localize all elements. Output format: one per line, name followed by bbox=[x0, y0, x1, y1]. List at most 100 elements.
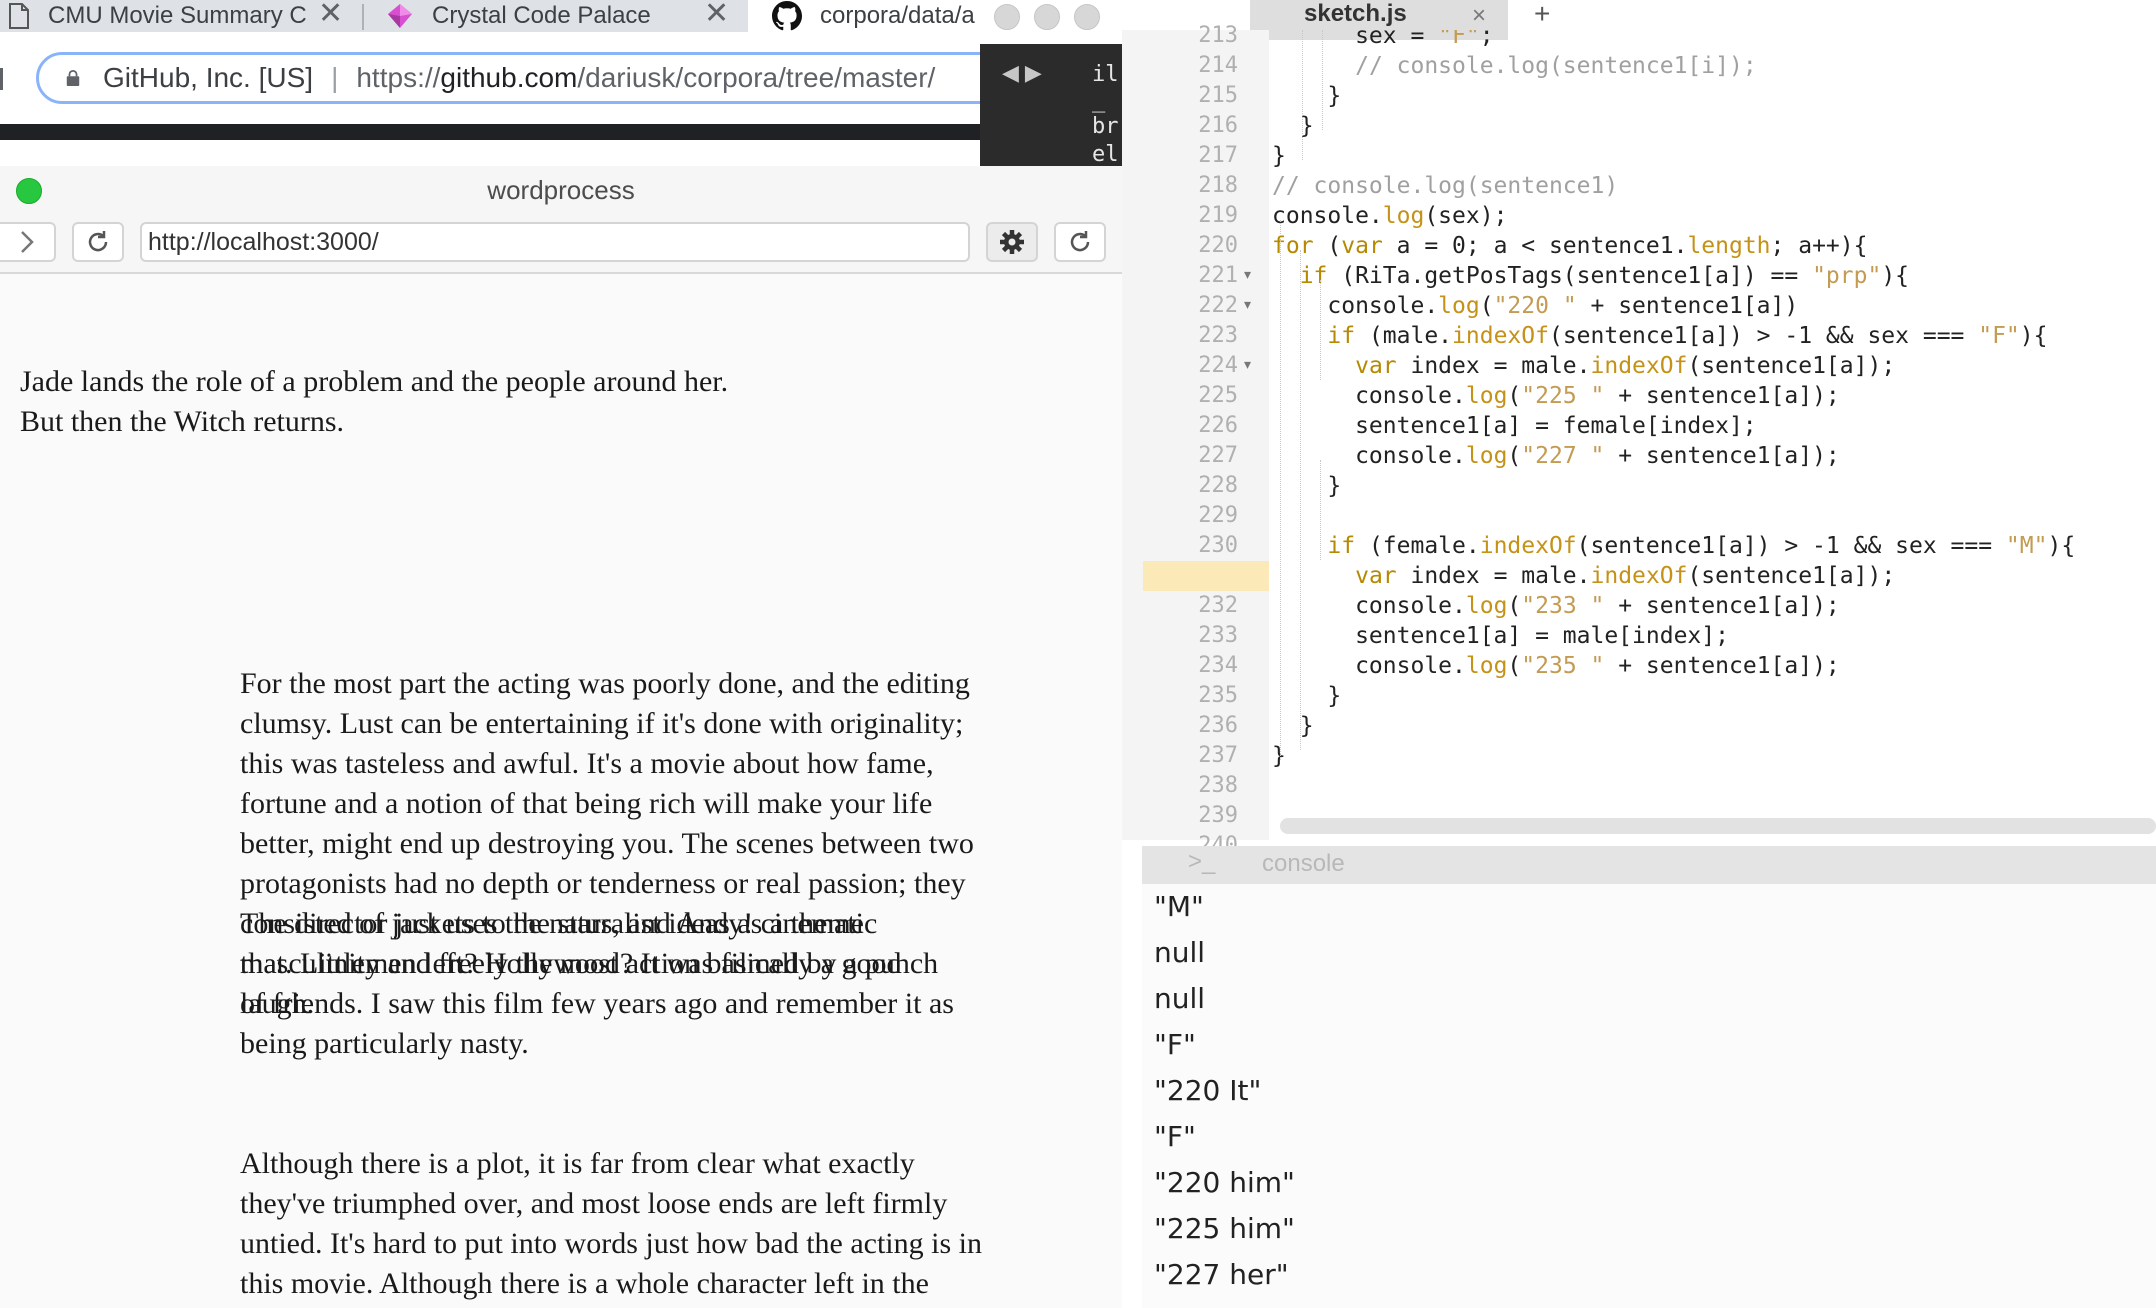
code-line[interactable]: var index = male.indexOf(sentence1[a]); bbox=[1272, 351, 1895, 381]
console-line: "227 her" bbox=[1154, 1258, 1289, 1291]
line-number: 239 bbox=[1198, 803, 1238, 828]
line-number: 234 bbox=[1198, 653, 1238, 678]
code-line[interactable]: } bbox=[1272, 141, 1286, 171]
fold-arrow-icon[interactable]: ▾ bbox=[1244, 296, 1251, 313]
reload-button[interactable] bbox=[72, 222, 124, 262]
text-line: masculinity and freely the most action b… bbox=[240, 947, 902, 980]
line-number: 223 bbox=[1198, 323, 1238, 348]
code-line[interactable]: console.log("225 " + sentence1[a]); bbox=[1272, 381, 1840, 411]
code-line[interactable]: for (var a = 0; a < sentence1.length; a+… bbox=[1272, 231, 1867, 261]
text-line: consisted of jackets to the stars, and A… bbox=[240, 907, 878, 940]
paragraph: For the most part the acting was poorly … bbox=[240, 664, 974, 904]
code-line[interactable]: } bbox=[1272, 711, 1314, 741]
indent-guide bbox=[1300, 250, 1301, 750]
browser-tab-strip: CMU Movie Summary C ✕ Crystal Code Palac… bbox=[0, 0, 990, 32]
code-line[interactable]: } bbox=[1272, 81, 1341, 111]
line-number: 228 bbox=[1198, 473, 1238, 498]
console-prompt-icon: >_ bbox=[1188, 848, 1216, 875]
tab-title: CMU Movie Summary C bbox=[48, 2, 307, 29]
horizontal-scrollbar[interactable] bbox=[1280, 818, 2156, 834]
console-line: "220 It" bbox=[1154, 1074, 1262, 1107]
address-separator: | bbox=[331, 62, 339, 93]
code-line[interactable]: console.log("235 " + sentence1[a]); bbox=[1272, 651, 1840, 681]
line-number-gutter: 213 214 215 216 217 218 219 220 221 ▾ 222 ▾ 223 224 ▾ 2… bbox=[1142, 23, 1269, 858]
line-number: 217 bbox=[1198, 143, 1238, 168]
indent-guide bbox=[1302, 30, 1303, 160]
line-number: 227 bbox=[1198, 443, 1238, 468]
close-tab-icon[interactable]: ✕ bbox=[318, 0, 343, 31]
text-line: For the most part the acting was poorly … bbox=[240, 667, 970, 700]
fold-arrow-icon[interactable]: ▾ bbox=[1244, 266, 1251, 283]
code-line[interactable]: sex = "F"; bbox=[1272, 30, 1494, 51]
code-line[interactable]: if (female.indexOf(sentence1[a]) > -1 &&… bbox=[1272, 531, 2075, 561]
code-line[interactable]: sentence1[a] = female[index]; bbox=[1272, 411, 1757, 441]
address-bar[interactable]: GitHub, Inc. [US] | https://github.com/d… bbox=[36, 52, 1036, 104]
gutter-margin bbox=[1122, 30, 1142, 840]
line-number: 226 bbox=[1198, 413, 1238, 438]
console-header: >_ console bbox=[1142, 846, 2156, 884]
code-line[interactable]: console.log(sex); bbox=[1272, 201, 1507, 231]
tab-crystal-code-palace[interactable]: Crystal Code Palace ✕ bbox=[366, 0, 746, 32]
tab-title: corpora/data/a bbox=[820, 2, 975, 29]
paragraph: Jade lands the role of a problem and the… bbox=[20, 362, 728, 442]
text-line: they've triumphed over, and most loose e… bbox=[240, 1187, 948, 1220]
line-number: 237 bbox=[1198, 743, 1238, 768]
refresh-button[interactable] bbox=[1054, 222, 1106, 262]
window-minimize-button[interactable] bbox=[1034, 4, 1060, 30]
reload-icon bbox=[88, 231, 108, 252]
wordprocess-window: wordprocess http://localhost:3000/ Jade … bbox=[0, 166, 1124, 1308]
crystal-icon bbox=[388, 4, 412, 28]
text-line: untied. It's hard to put into words just… bbox=[240, 1227, 982, 1260]
fold-arrow-icon[interactable]: ▾ bbox=[1244, 356, 1251, 373]
line-number: 220 bbox=[1198, 233, 1238, 258]
tab-cmu-movie-summary[interactable]: CMU Movie Summary C ✕ bbox=[0, 0, 360, 32]
code-line[interactable]: // console.log(sentence1[i]); bbox=[1272, 51, 1757, 81]
chevron-right-icon bbox=[21, 231, 34, 253]
new-tab-button[interactable]: + bbox=[1534, 0, 1550, 30]
code-line[interactable]: if (RiTa.getPosTags(sentence1[a]) == "pr… bbox=[1272, 261, 1909, 291]
line-number: 214 bbox=[1198, 53, 1238, 78]
line-number: 229 bbox=[1198, 503, 1238, 528]
indent-guide bbox=[1280, 220, 1281, 760]
line-number: 222 bbox=[1198, 293, 1238, 318]
text-line: being particularly nasty. bbox=[240, 1027, 529, 1060]
window-close-button[interactable] bbox=[994, 4, 1020, 30]
code-line[interactable]: console.log("220 " + sentence1[a]) bbox=[1272, 291, 1798, 321]
document-icon bbox=[9, 3, 29, 29]
close-tab-icon[interactable]: ✕ bbox=[704, 0, 729, 31]
url-field[interactable]: http://localhost:3000/ bbox=[140, 222, 970, 262]
code-line[interactable]: if (male.indexOf(sentence1[a]) > -1 && s… bbox=[1272, 321, 2047, 351]
page-header-strip bbox=[0, 124, 980, 140]
code-line[interactable]: } bbox=[1272, 741, 1286, 771]
close-tab-icon[interactable]: × bbox=[1472, 2, 1486, 30]
tab-title: sketch.js bbox=[1304, 0, 1407, 27]
code-line[interactable]: // console.log(sentence1) bbox=[1272, 171, 1618, 201]
nav-arrows-icon[interactable]: ◀▶ bbox=[1002, 60, 1048, 86]
code-editor: sketch.js × + 213 214 215 216 217 218 219 220 22… bbox=[1122, 0, 2156, 1308]
code-line[interactable]: var index = male.indexOf(sentence1[a]); bbox=[1272, 561, 1895, 591]
forward-button[interactable] bbox=[0, 222, 56, 262]
console-line: "M" bbox=[1154, 890, 1204, 923]
code-fragment: br bbox=[1092, 114, 1119, 139]
indent-guide bbox=[1320, 280, 1321, 380]
settings-button[interactable] bbox=[986, 222, 1038, 262]
reload-icon-partial[interactable] bbox=[0, 68, 9, 90]
window-zoom-button[interactable] bbox=[16, 178, 42, 204]
code-line[interactable]: } bbox=[1272, 471, 1341, 501]
code-line[interactable]: console.log("233 " + sentence1[a]); bbox=[1272, 591, 1840, 621]
window-zoom-button[interactable] bbox=[1074, 4, 1100, 30]
code-area[interactable]: sex = "F"; // console.log(sentence1[i]);… bbox=[1272, 30, 2156, 838]
code-line[interactable]: } bbox=[1272, 681, 1341, 711]
console-line: null bbox=[1154, 936, 1206, 969]
browser-toolbar: GitHub, Inc. [US] | https://github.com/d… bbox=[0, 32, 1036, 124]
code-line[interactable]: } bbox=[1272, 111, 1314, 141]
tab-corpora[interactable]: corpora/data/a bbox=[748, 0, 990, 32]
console-line: "F" bbox=[1154, 1028, 1196, 1061]
line-number: 230 bbox=[1198, 533, 1238, 558]
text-line: fortune and a notion of that being rich … bbox=[240, 787, 933, 820]
code-line[interactable]: console.log("227 " + sentence1[a]); bbox=[1272, 441, 1840, 471]
code-line[interactable]: sentence1[a] = male[index]; bbox=[1272, 621, 1729, 651]
tab-title: Crystal Code Palace bbox=[432, 2, 651, 29]
background-code-window: ◀▶ il _ br el bbox=[980, 44, 1122, 168]
code-fragment: el bbox=[1092, 142, 1119, 167]
